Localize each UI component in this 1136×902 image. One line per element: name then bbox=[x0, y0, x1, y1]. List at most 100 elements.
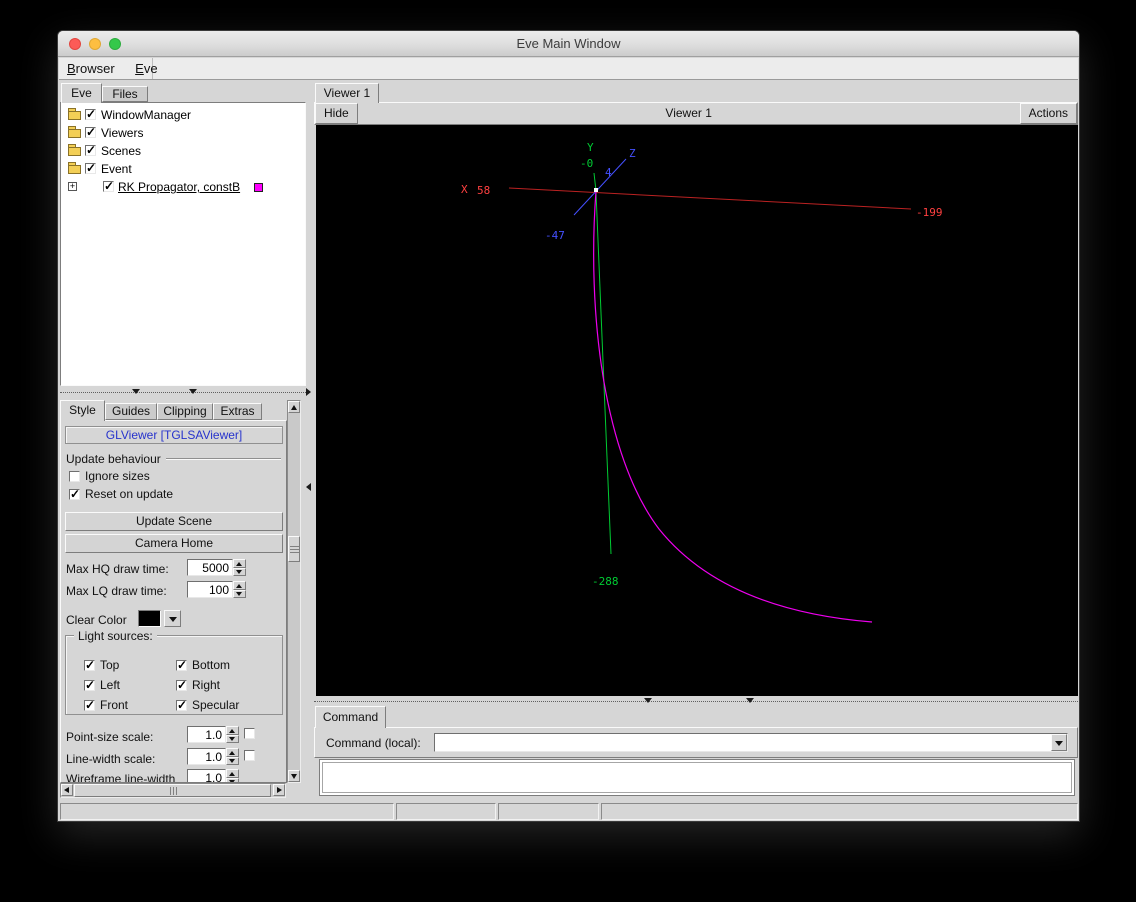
max-lq-stepper[interactable] bbox=[233, 581, 246, 598]
z-axis-near-label: 4 bbox=[605, 166, 612, 179]
camera-home-button[interactable]: Camera Home bbox=[65, 534, 283, 553]
menu-eve[interactable]: Eve bbox=[127, 58, 165, 79]
splitter-arrow-icon[interactable] bbox=[644, 698, 652, 703]
splitter-arrow-icon[interactable] bbox=[132, 389, 140, 394]
color-swatch[interactable] bbox=[254, 183, 263, 192]
point-size-input[interactable] bbox=[187, 726, 226, 743]
expand-icon[interactable]: + bbox=[68, 182, 77, 191]
tree-checkbox[interactable] bbox=[103, 179, 114, 193]
checkbox-icon[interactable] bbox=[69, 487, 80, 501]
tree-label[interactable]: Event bbox=[101, 160, 132, 178]
ignore-sizes-checkbox[interactable]: Ignore sizes bbox=[69, 469, 150, 483]
light-front-checkbox[interactable]: Front bbox=[84, 698, 128, 712]
clear-color-swatch[interactable] bbox=[138, 610, 161, 627]
spin-up-icon[interactable] bbox=[233, 559, 246, 568]
checkbox-label: Reset on update bbox=[85, 487, 174, 501]
max-hq-stepper[interactable] bbox=[233, 559, 246, 576]
checkbox-icon[interactable] bbox=[176, 658, 187, 672]
tab-files[interactable]: Files bbox=[102, 86, 148, 102]
point-size-checkbox[interactable] bbox=[244, 728, 255, 739]
spin-down-icon[interactable] bbox=[233, 590, 246, 598]
tree-checkbox[interactable] bbox=[85, 143, 96, 157]
line-width-checkbox[interactable] bbox=[244, 750, 255, 761]
light-specular-checkbox[interactable]: Specular bbox=[176, 698, 239, 712]
panel-splitter-arrow-icon[interactable] bbox=[306, 388, 311, 396]
folder-icon bbox=[68, 108, 81, 120]
tree-label[interactable]: RK Propagator, constB bbox=[118, 178, 240, 196]
tree-checkbox[interactable] bbox=[85, 161, 96, 175]
light-left-checkbox[interactable]: Left bbox=[84, 678, 120, 692]
command-input[interactable] bbox=[434, 733, 1068, 752]
scrollbar-thumb[interactable] bbox=[288, 536, 300, 562]
spin-up-icon[interactable] bbox=[226, 769, 239, 778]
tree-item-windowmanager[interactable]: WindowManager bbox=[61, 106, 305, 124]
wireframe-input[interactable] bbox=[187, 769, 226, 782]
clear-color-label: Clear Color bbox=[66, 613, 127, 627]
line-width-input[interactable] bbox=[187, 748, 226, 765]
command-output[interactable] bbox=[319, 759, 1075, 796]
checkbox-icon[interactable] bbox=[84, 698, 95, 712]
tree-item-viewers[interactable]: Viewers bbox=[61, 124, 305, 142]
splitter-arrow-icon[interactable] bbox=[746, 698, 754, 703]
reset-on-update-checkbox[interactable]: Reset on update bbox=[69, 487, 173, 501]
tab-viewer-1[interactable]: Viewer 1 bbox=[315, 83, 379, 103]
clear-color-dropdown[interactable] bbox=[164, 610, 181, 627]
tree-checkbox[interactable] bbox=[85, 107, 96, 121]
hide-button[interactable]: Hide bbox=[315, 103, 358, 124]
splitter-arrow-icon[interactable] bbox=[189, 389, 197, 394]
spin-down-icon[interactable] bbox=[226, 735, 239, 743]
viewer-splitter[interactable] bbox=[314, 701, 1078, 702]
folder-icon bbox=[68, 162, 81, 174]
light-bottom-checkbox[interactable]: Bottom bbox=[176, 658, 230, 672]
checkbox-icon[interactable] bbox=[176, 698, 187, 712]
tree-label[interactable]: WindowManager bbox=[101, 106, 191, 124]
max-hq-input[interactable] bbox=[187, 559, 233, 576]
tree-checkbox[interactable] bbox=[85, 125, 96, 139]
spin-up-icon[interactable] bbox=[226, 726, 239, 735]
tab-guides[interactable]: Guides bbox=[105, 403, 157, 420]
tab-style[interactable]: Style bbox=[60, 400, 105, 421]
command-dropdown-icon[interactable] bbox=[1051, 734, 1067, 751]
style-horizontal-scrollbar[interactable] bbox=[60, 783, 286, 798]
scrollbar-thumb[interactable] bbox=[74, 784, 271, 797]
particle-track bbox=[593, 190, 873, 623]
actions-button[interactable]: Actions bbox=[1019, 103, 1077, 124]
wireframe-stepper[interactable] bbox=[226, 769, 239, 782]
titlebar[interactable]: Eve Main Window bbox=[58, 31, 1079, 57]
tab-extras[interactable]: Extras bbox=[213, 403, 262, 420]
scroll-left-icon[interactable] bbox=[61, 784, 73, 796]
spin-down-icon[interactable] bbox=[233, 568, 246, 576]
gl-viewport[interactable]: X 58 -199 Y -0 -288 Z 4 -47 bbox=[316, 125, 1078, 696]
tree-label[interactable]: Viewers bbox=[101, 124, 143, 142]
tree-label[interactable]: Scenes bbox=[101, 142, 141, 160]
tree-item-event[interactable]: Event bbox=[61, 160, 305, 178]
tree-item-scenes[interactable]: Scenes bbox=[61, 142, 305, 160]
checkbox-icon[interactable] bbox=[84, 678, 95, 692]
checkbox-icon[interactable] bbox=[69, 470, 80, 482]
spin-down-icon[interactable] bbox=[226, 757, 239, 765]
tab-eve[interactable]: Eve bbox=[61, 83, 102, 103]
tree-item-rk-propagator[interactable]: + RK Propagator, constB bbox=[61, 178, 305, 196]
light-top-checkbox[interactable]: Top bbox=[84, 658, 119, 672]
line-width-label: Line-width scale: bbox=[66, 752, 156, 766]
tree-splitter[interactable] bbox=[60, 392, 306, 393]
eve-tree: WindowManager Viewers Scenes Event + RK … bbox=[60, 102, 306, 386]
style-vertical-scrollbar[interactable] bbox=[287, 400, 301, 783]
update-scene-button[interactable]: Update Scene bbox=[65, 512, 283, 531]
panel-splitter-arrow-icon[interactable] bbox=[306, 483, 311, 491]
menu-browser[interactable]: Browser bbox=[59, 58, 123, 79]
max-lq-input[interactable] bbox=[187, 581, 233, 598]
checkbox-icon[interactable] bbox=[176, 678, 187, 692]
scroll-down-icon[interactable] bbox=[288, 770, 300, 782]
line-width-stepper[interactable] bbox=[226, 748, 239, 765]
scroll-up-icon[interactable] bbox=[288, 401, 300, 413]
checkbox-icon[interactable] bbox=[84, 658, 95, 672]
spin-up-icon[interactable] bbox=[233, 581, 246, 590]
tab-clipping[interactable]: Clipping bbox=[157, 403, 213, 420]
point-size-stepper[interactable] bbox=[226, 726, 239, 743]
light-right-checkbox[interactable]: Right bbox=[176, 678, 220, 692]
scroll-right-icon[interactable] bbox=[273, 784, 285, 796]
tab-command[interactable]: Command bbox=[315, 706, 386, 728]
spin-up-icon[interactable] bbox=[226, 748, 239, 757]
checkbox-label: Front bbox=[100, 698, 129, 712]
